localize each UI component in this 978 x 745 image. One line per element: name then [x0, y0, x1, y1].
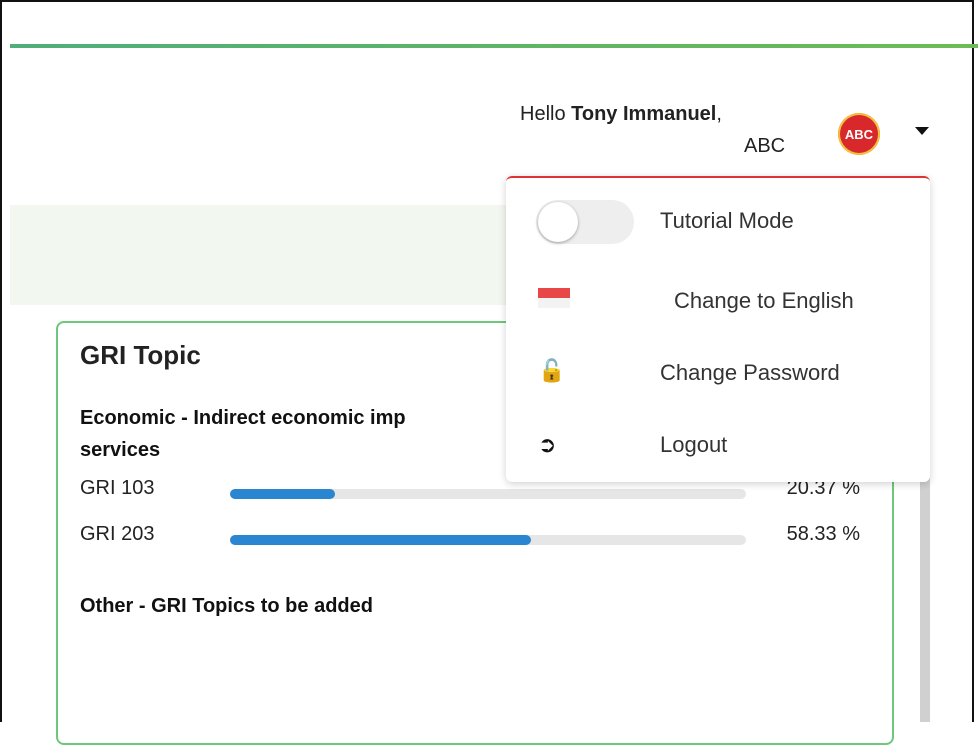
menu-label-change-password: Change Password — [660, 360, 840, 385]
section-other-heading: Other - GRI Topics to be added — [80, 595, 373, 617]
toggle-knob — [538, 202, 578, 242]
progress-track — [230, 535, 746, 545]
top-accent-bar — [10, 44, 978, 48]
lock-icon: 🔓 — [538, 358, 566, 383]
logout-icon: ➲ — [538, 432, 557, 457]
section-economic-line1: Economic - Indirect economic imp — [80, 407, 406, 429]
tutorial-mode-toggle[interactable] — [536, 200, 634, 244]
greeting-suffix: , — [716, 103, 722, 125]
section-economic-line2: services — [80, 439, 161, 461]
card-title: GRI Topic — [80, 340, 201, 370]
progress-track — [230, 489, 746, 499]
section-economic-heading: Economic - Indirect economic imp service… — [80, 402, 520, 466]
indonesia-flag-icon — [538, 288, 570, 308]
greeting-prefix: Hello — [520, 103, 566, 125]
menu-item-logout[interactable]: ➲ Logout — [506, 416, 930, 476]
organization-name: ABC — [744, 135, 786, 157]
avatar[interactable]: ABC — [838, 113, 880, 155]
user-dropdown-menu: Tutorial Mode Change to English 🔓 Change… — [506, 176, 930, 482]
header-band — [10, 205, 510, 305]
menu-item-change-language[interactable]: Change to English — [506, 274, 930, 334]
gri-percent: 58.33 % — [786, 523, 860, 545]
menu-label-tutorial-mode: Tutorial Mode — [660, 208, 794, 233]
gri-label: GRI 103 — [80, 477, 155, 499]
user-greeting: Hello Tony Immanuel, ABC — [520, 98, 800, 162]
progress-fill — [230, 489, 336, 499]
gri-label: GRI 203 — [80, 523, 155, 545]
menu-label-logout: Logout — [660, 432, 728, 457]
chevron-down-icon[interactable] — [915, 127, 929, 135]
avatar-logo-text: ABC — [844, 126, 874, 142]
gri-row: GRI 203 58.33 % — [80, 523, 870, 551]
menu-label-change-language: Change to English — [674, 288, 854, 313]
menu-item-tutorial-mode[interactable]: Tutorial Mode — [506, 198, 930, 258]
user-name: Tony Immanuel — [571, 103, 717, 125]
scrollbar[interactable] — [920, 470, 930, 722]
menu-item-change-password[interactable]: 🔓 Change Password — [506, 344, 930, 404]
progress-fill — [230, 535, 531, 545]
